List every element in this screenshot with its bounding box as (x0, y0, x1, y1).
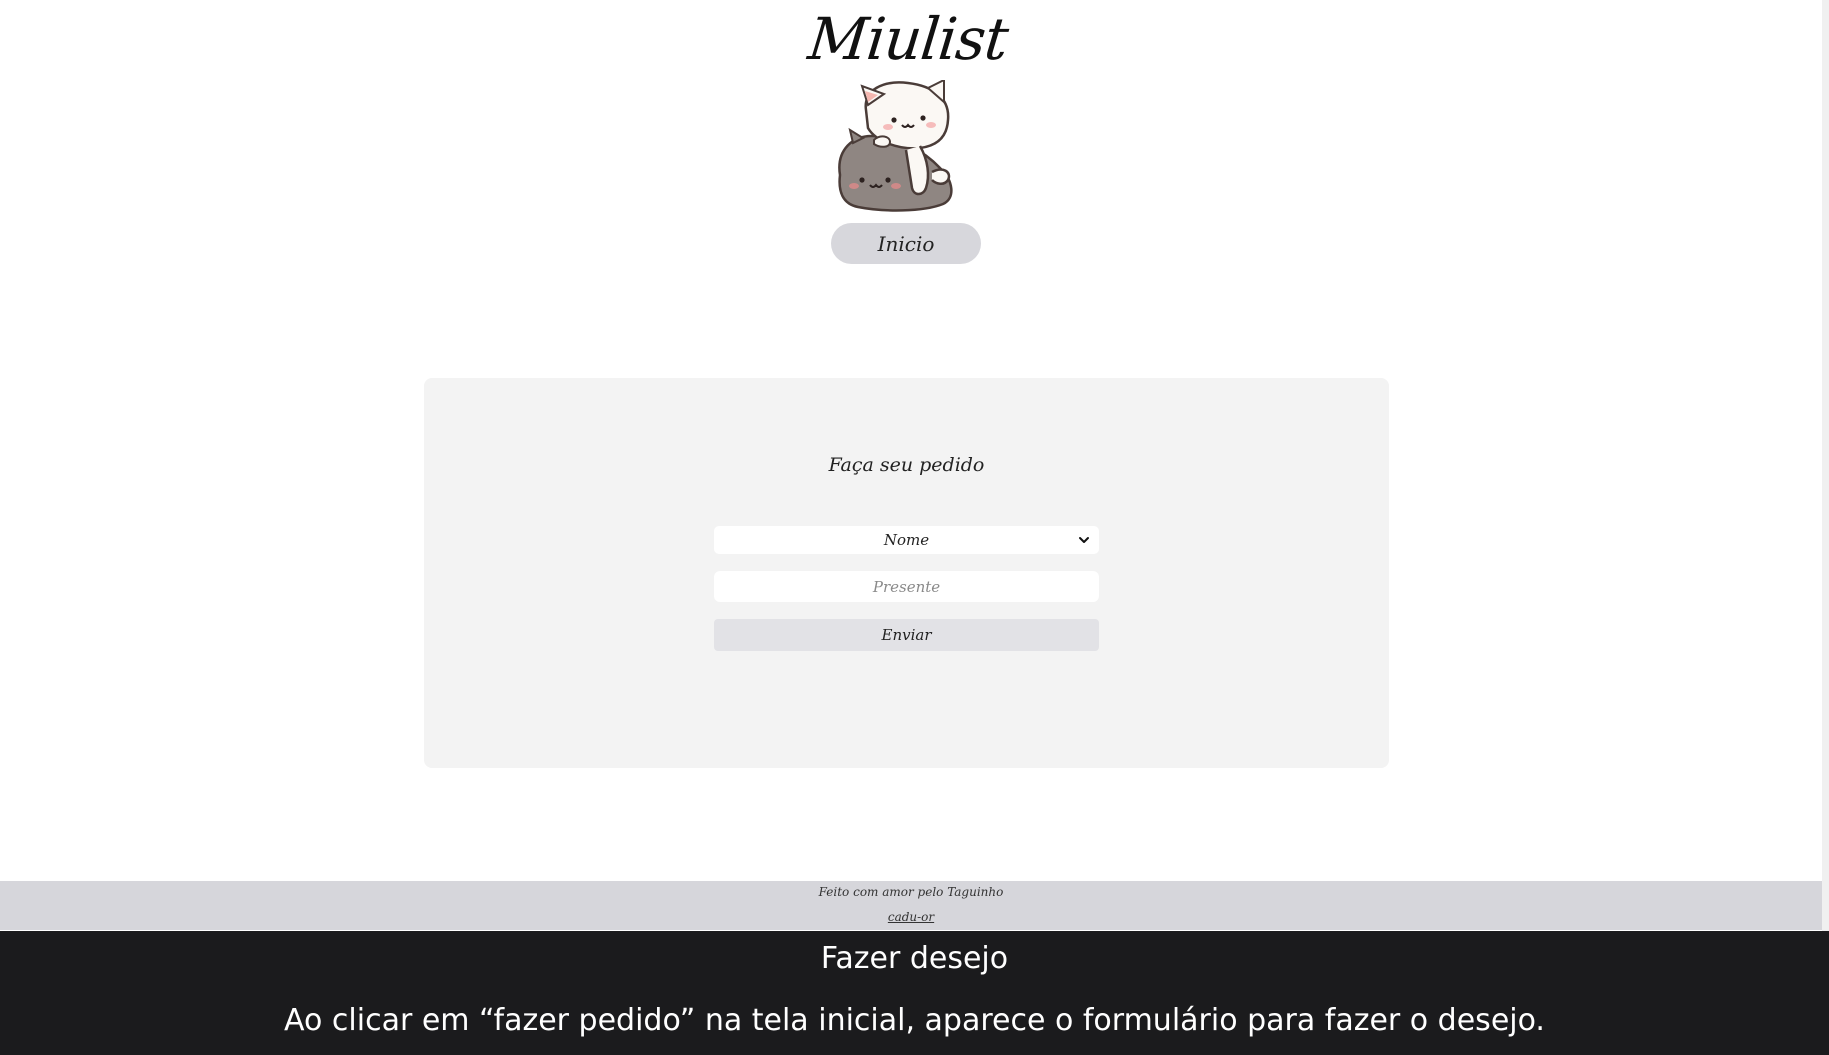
caption-text: Ao clicar em “fazer pedido” na tela inic… (284, 1003, 1545, 1038)
page: Miulist Inicio Faça seu pedido Nome Pres… (0, 0, 1822, 931)
chevron-down-icon (1079, 537, 1089, 543)
footer: Feito com amor pelo Taguinho cadu-or (0, 881, 1822, 930)
gift-input[interactable] (714, 571, 1099, 602)
caption-bar: Fazer desejo Ao clicar em “fazer pedido”… (0, 931, 1829, 1055)
author-link[interactable]: cadu-or (888, 910, 934, 924)
caption-title: Fazer desejo (820, 941, 1009, 976)
form-title: Faça seu pedido (828, 454, 985, 476)
footer-credit: Feito com amor pelo Taguinho (818, 885, 1004, 899)
name-select-value: Nome (883, 531, 930, 549)
cats-cuddling-icon (838, 80, 953, 212)
scrollbar-track[interactable] (1822, 0, 1829, 931)
order-form-card: Faça seu pedido Nome Enviar (424, 378, 1389, 768)
submit-button[interactable]: Enviar (714, 619, 1099, 651)
home-button[interactable]: Inicio (831, 223, 981, 264)
name-select[interactable]: Nome (714, 526, 1099, 554)
site-title: Miulist (805, 5, 1011, 73)
